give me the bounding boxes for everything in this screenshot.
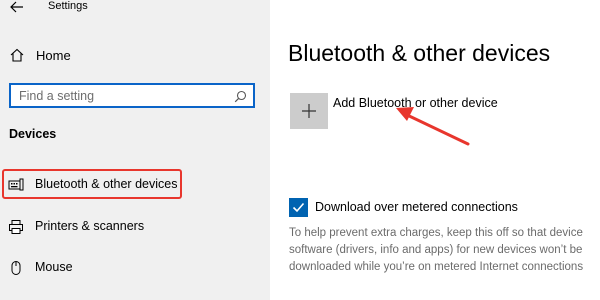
plus-icon <box>301 103 317 119</box>
sidebar-item-home[interactable]: Home <box>0 44 270 68</box>
home-icon <box>9 47 25 63</box>
sidebar: Settings Home Find a setting Devices Blu… <box>0 0 270 300</box>
search-placeholder: Find a setting <box>19 89 95 103</box>
mouse-icon <box>8 260 24 276</box>
back-arrow-icon[interactable] <box>10 0 24 13</box>
description-line: software (drivers, info and apps) for ne… <box>289 244 583 256</box>
sidebar-item-mouse[interactable]: Mouse <box>0 255 270 281</box>
page-title: Bluetooth & other devices <box>288 40 551 66</box>
add-device-button[interactable] <box>290 93 328 129</box>
sidebar-item-printers[interactable]: Printers & scanners <box>0 214 270 240</box>
metered-checkbox[interactable] <box>289 198 308 217</box>
description-line: To help prevent extra charges, keep this… <box>289 227 583 239</box>
sidebar-item-label: Printers & scanners <box>35 219 145 233</box>
search-icon[interactable] <box>234 90 247 103</box>
metered-description: To help prevent extra charges, keep this… <box>289 225 600 276</box>
window-title: Settings <box>48 0 88 12</box>
title-bar: Settings <box>0 0 270 18</box>
section-title: Devices <box>9 127 57 141</box>
settings-window: Settings Home Find a setting Devices Blu… <box>0 0 600 300</box>
sidebar-item-label: Home <box>36 48 71 63</box>
sidebar-item-bluetooth[interactable]: Bluetooth & other devices <box>0 172 270 198</box>
bluetooth-devices-icon <box>8 177 24 193</box>
description-line: downloaded while you’re on metered Inter… <box>289 261 584 273</box>
sidebar-item-label: Bluetooth & other devices <box>35 177 178 191</box>
main-content: Bluetooth & other devices Add Bluetooth … <box>270 0 600 300</box>
scroll-indicator[interactable] <box>591 0 597 6</box>
add-device-label[interactable]: Add Bluetooth or other device <box>333 96 498 110</box>
sidebar-item-label: Mouse <box>35 260 73 274</box>
checkmark-icon <box>292 202 305 213</box>
search-input[interactable]: Find a setting <box>9 83 255 108</box>
metered-checkbox-label[interactable]: Download over metered connections <box>315 200 518 214</box>
printer-icon <box>8 219 24 235</box>
